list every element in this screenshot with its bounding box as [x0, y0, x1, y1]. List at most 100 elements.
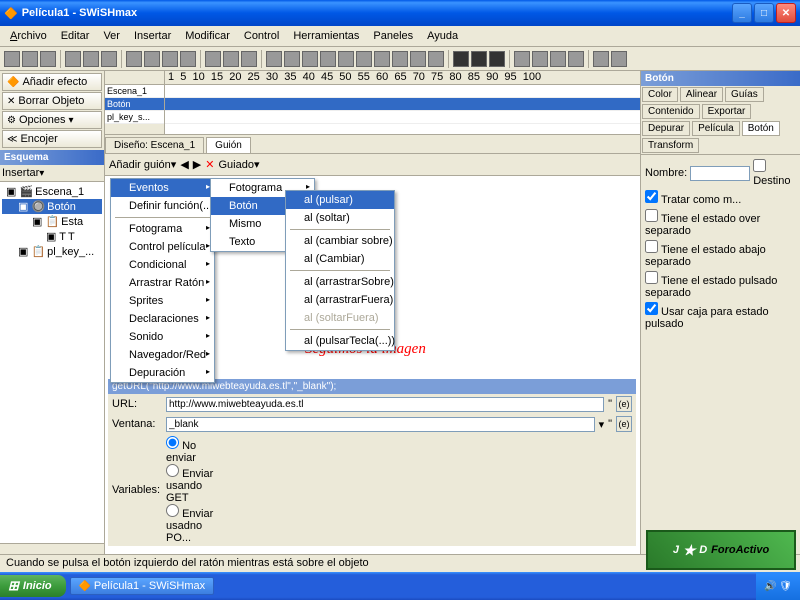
tool-icon[interactable] [356, 51, 372, 67]
tree-item-t[interactable]: ▣ T T [2, 229, 102, 244]
tool-icon[interactable] [410, 51, 426, 67]
menu-al-pulsar[interactable]: al (pulsar) [286, 191, 394, 209]
expr-button[interactable]: (e) [616, 416, 632, 432]
menu-archivo[interactable]: AArchivorchivo [4, 28, 53, 44]
menu-declaraciones[interactable]: Declaraciones [111, 310, 214, 328]
menu-control[interactable]: Control [238, 28, 285, 44]
borrar-objeto-button[interactable]: ✕Borrar Objeto [2, 92, 102, 110]
menu-ayuda[interactable]: Ayuda [421, 28, 464, 44]
timeline-track[interactable] [165, 111, 640, 124]
destino-checkbox[interactable]: Destino [753, 159, 796, 187]
menu-arrastrar-raton[interactable]: Arrastrar Ratón [111, 274, 214, 292]
dropdown-icon[interactable]: ▾ [599, 418, 605, 431]
timeline-row[interactable]: Escena_1 [105, 85, 164, 98]
nav-prev-icon[interactable]: ◀ [180, 158, 188, 171]
tratar-checkbox[interactable]: Tratar como m... [645, 190, 741, 206]
tool-icon[interactable] [162, 51, 178, 67]
menu-paneles[interactable]: Paneles [367, 28, 419, 44]
tool-icon[interactable] [223, 51, 239, 67]
timeline-row[interactable]: Botón [105, 98, 164, 111]
rewind-icon[interactable] [514, 51, 530, 67]
tool-icon[interactable] [611, 51, 627, 67]
anadir-efecto-button[interactable]: 🔶Añadir efecto [2, 73, 102, 91]
guiado-dropdown[interactable]: Guiado▾ [218, 158, 259, 171]
insertar-dropdown[interactable]: Insertar [2, 167, 39, 179]
tab-transform[interactable]: Transform [642, 138, 699, 153]
tree-item-plkey[interactable]: ▣ 📋 pl_key_... [2, 244, 102, 259]
menu-sprites[interactable]: Sprites [111, 292, 214, 310]
tool-icon[interactable] [126, 51, 142, 67]
tree-item-escena[interactable]: ▣ 🎬 Escena_1 [2, 184, 102, 199]
tool-icon[interactable] [374, 51, 390, 67]
tab-guion[interactable]: Guión [206, 137, 251, 153]
menu-condicional[interactable]: Condicional [111, 256, 214, 274]
system-tray[interactable]: 🔊 🛡 [756, 572, 800, 600]
menu-al-cambiar[interactable]: al (Cambiar) [286, 250, 394, 268]
radio-po[interactable]: Enviar usadno PO... [166, 504, 216, 544]
pulsado-checkbox[interactable]: Tiene el estado pulsado separado [645, 271, 796, 299]
play-icon[interactable] [489, 51, 505, 67]
radio-no-enviar[interactable]: No enviar [166, 436, 216, 464]
tool-icon[interactable] [144, 51, 160, 67]
tool-icon[interactable] [241, 51, 257, 67]
ventana-input[interactable] [166, 417, 595, 432]
minimize-button[interactable]: _ [732, 3, 752, 23]
nav-next-icon[interactable]: ▶ [193, 158, 201, 171]
radio-get[interactable]: Enviar usando GET [166, 464, 216, 504]
timeline-track[interactable] [165, 85, 640, 98]
menu-al-arrastrar-sobre[interactable]: al (arrastrarSobre) [286, 273, 394, 291]
menu-insertar[interactable]: Insertar [128, 28, 177, 44]
menu-fotograma[interactable]: Fotograma [111, 220, 214, 238]
tool-icon[interactable] [392, 51, 408, 67]
tab-pelicula[interactable]: Película [692, 121, 740, 136]
menu-editar[interactable]: Editar [55, 28, 96, 44]
url-input[interactable] [166, 397, 604, 412]
cut-icon[interactable] [65, 51, 81, 67]
tool-icon[interactable] [284, 51, 300, 67]
nombre-input[interactable] [690, 166, 750, 181]
menu-al-cambiar-sobre[interactable]: al (cambiar sobre) [286, 232, 394, 250]
menu-ver[interactable]: Ver [97, 28, 126, 44]
tool-icon[interactable] [180, 51, 196, 67]
tab-contenido[interactable]: Contenido [642, 104, 700, 119]
menu-eventos[interactable]: Eventos [111, 179, 214, 197]
tab-diseno[interactable]: Diseño: Escena_1 [105, 137, 204, 153]
close-button[interactable]: ✕ [776, 3, 796, 23]
menu-depuracion[interactable]: Depuración [111, 364, 214, 382]
menu-al-pulsar-tecla[interactable]: al (pulsarTecla(...)) [286, 332, 394, 350]
tab-boton[interactable]: Botón [742, 121, 780, 136]
next-icon[interactable] [550, 51, 566, 67]
tab-color[interactable]: Color [642, 87, 678, 102]
paste-icon[interactable] [101, 51, 117, 67]
copy-icon[interactable] [83, 51, 99, 67]
tool-icon[interactable] [593, 51, 609, 67]
tool-icon[interactable] [338, 51, 354, 67]
save-icon[interactable] [40, 51, 56, 67]
play-icon[interactable] [471, 51, 487, 67]
expr-button[interactable]: (e) [616, 396, 632, 412]
tool-icon[interactable] [320, 51, 336, 67]
open-icon[interactable] [22, 51, 38, 67]
menu-al-soltar[interactable]: al (soltar) [286, 209, 394, 227]
new-icon[interactable] [4, 51, 20, 67]
delete-icon[interactable]: ✕ [205, 158, 214, 171]
menu-herramientas[interactable]: Herramientas [287, 28, 365, 44]
menu-navegador-red[interactable]: Navegador/Red [111, 346, 214, 364]
tool-icon[interactable] [428, 51, 444, 67]
tab-alinear[interactable]: Alinear [680, 87, 723, 102]
tool-icon[interactable] [205, 51, 221, 67]
anadir-guion-dropdown[interactable]: Añadir guión▾ [109, 158, 176, 171]
play-stop-icon[interactable] [453, 51, 469, 67]
timeline-ruler[interactable]: 1 5 10 15 20 25 30 35 40 45 50 55 60 65 … [165, 71, 640, 85]
over-checkbox[interactable]: Tiene el estado over separado [645, 209, 796, 237]
menu-modificar[interactable]: Modificar [179, 28, 236, 44]
tool-icon[interactable] [302, 51, 318, 67]
timeline-track[interactable] [165, 98, 640, 111]
menu-control-pelicula[interactable]: Control película [111, 238, 214, 256]
outline-tree[interactable]: ▣ 🎬 Escena_1 ▣ 🔘 Botón ▣ 📋 Esta ▣ T T ▣ … [0, 182, 104, 543]
start-button[interactable]: ⊞ Inicio [0, 575, 66, 597]
menu-sonido[interactable]: Sonido [111, 328, 214, 346]
maximize-button[interactable]: □ [754, 3, 774, 23]
abajo-checkbox[interactable]: Tiene el estado abajo separado [645, 240, 796, 268]
tab-guias[interactable]: Guías [725, 87, 764, 102]
